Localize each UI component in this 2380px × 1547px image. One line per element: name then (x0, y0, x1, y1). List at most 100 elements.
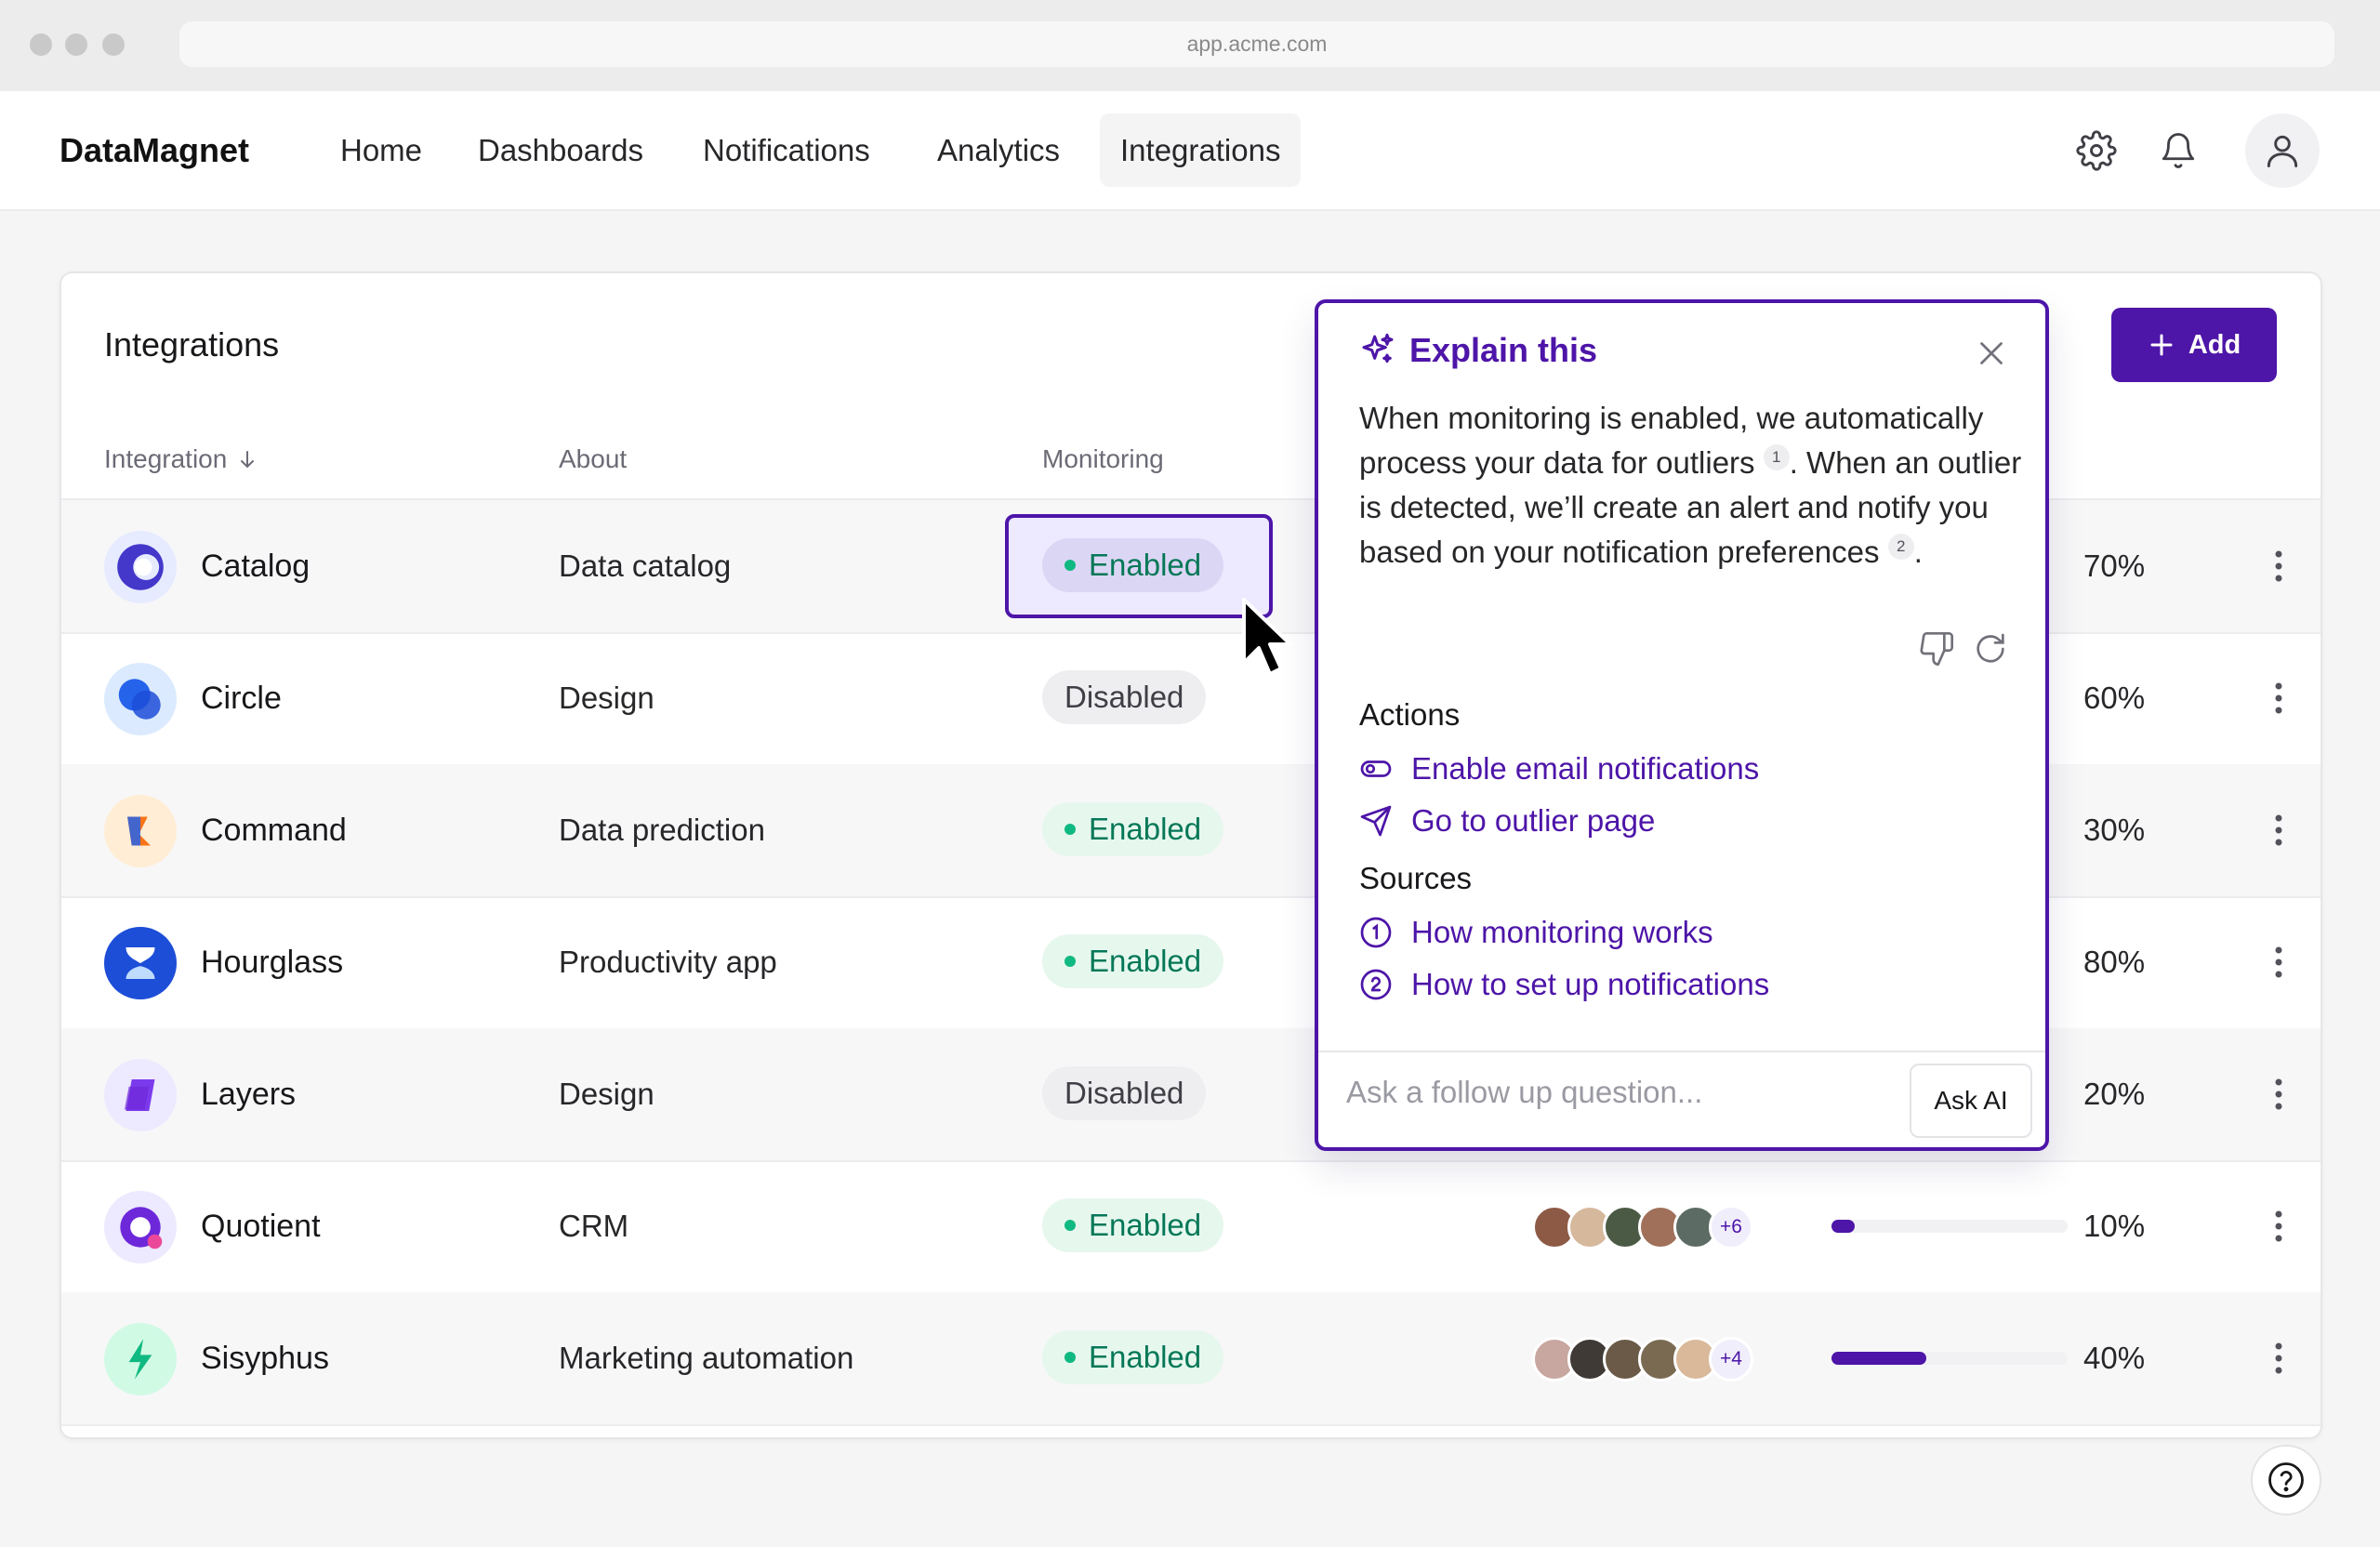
status-dot-icon (1064, 1352, 1076, 1363)
status-badge-label: Enabled (1089, 944, 1202, 978)
status-badge-label: Disabled (1064, 1076, 1184, 1110)
add-button-label: Add (2188, 329, 2241, 360)
status-badge[interactable]: Enabled (1042, 1198, 1224, 1252)
action-label: Enable email notifications (1411, 751, 1760, 786)
user-avatar-button[interactable] (2245, 113, 2320, 188)
close-icon[interactable] (1975, 337, 2008, 370)
nav-link-dashboards[interactable]: Dashboards (457, 113, 664, 187)
layers-logo-icon (104, 1059, 177, 1131)
status-badge-label: Enabled (1089, 812, 1202, 846)
brand-logo[interactable]: DataMagnet (60, 91, 249, 209)
more-options-icon[interactable] (2255, 543, 2302, 589)
sparkles-icon (1362, 333, 1394, 364)
status-badge-label: Enabled (1089, 1208, 1202, 1242)
progress-bar (1831, 1220, 2068, 1233)
more-options-icon[interactable] (2255, 1335, 2302, 1382)
add-button[interactable]: Add (2111, 308, 2277, 382)
more-options-icon[interactable] (2255, 807, 2302, 853)
window-minimize-dot[interactable] (65, 33, 87, 56)
toggle-icon (1360, 760, 1392, 777)
follow-up-input[interactable]: Ask a follow up question... (1346, 1075, 1702, 1110)
more-options-icon[interactable] (2255, 675, 2302, 721)
progress-value: 40% (2083, 1341, 2146, 1375)
explanation-part: . (1913, 535, 1923, 569)
source-how-to-set-up-notifications[interactable]: How to set up notifications (1359, 967, 1769, 1002)
status-badge-label: Disabled (1064, 680, 1184, 714)
source-label: How to set up notifications (1411, 967, 1770, 1001)
citation-badge[interactable]: 1 (1763, 444, 1790, 470)
member-avatar-group[interactable]: +6 (1532, 1205, 1753, 1250)
status-badge[interactable]: Disabled (1042, 670, 1207, 724)
progress-value: 80% (2083, 945, 2146, 979)
status-dot-icon (1064, 560, 1076, 571)
source-how-monitoring-works[interactable]: How monitoring works (1359, 915, 1713, 950)
popover-divider (1318, 1051, 2045, 1052)
status-badge[interactable]: Disabled (1042, 1066, 1207, 1120)
window-close-dot[interactable] (30, 33, 52, 56)
explanation-text: When monitoring is enabled, we automatic… (1359, 396, 2029, 575)
nav-link-home[interactable]: Home (320, 113, 443, 187)
thumbs-down-icon[interactable] (1918, 630, 1955, 668)
status-badge[interactable]: Enabled (1042, 1330, 1224, 1384)
command-logo-icon (104, 795, 177, 867)
top-navigation: DataMagnet Home Dashboards Notifications… (0, 91, 2380, 211)
progress-value: 20% (2083, 1077, 2146, 1111)
plus-icon (2150, 334, 2173, 356)
integration-name: Catalog (201, 548, 311, 584)
sources-heading: Sources (1359, 861, 1473, 895)
column-header-monitoring[interactable]: Monitoring (1042, 444, 1164, 474)
column-header-about[interactable]: About (559, 444, 627, 474)
hourglass-logo-icon (104, 927, 177, 999)
browser-chrome: app.acme.com (0, 0, 2380, 91)
integration-name: Circle (201, 680, 282, 716)
arrow-down-icon (241, 451, 255, 469)
status-badge[interactable]: Enabled (1042, 934, 1224, 988)
mouse-cursor-icon (1242, 598, 1292, 676)
action-go-to-outlier-page[interactable]: Go to outlier page (1359, 803, 1655, 839)
integration-about: CRM (559, 1209, 629, 1243)
more-options-icon[interactable] (2255, 1071, 2302, 1117)
integration-about: Marketing automation (559, 1341, 854, 1375)
nav-link-integrations[interactable]: Integrations (1100, 113, 1302, 187)
integration-name: Layers (201, 1076, 297, 1112)
nav-link-notifications[interactable]: Notifications (682, 113, 891, 187)
status-badge-label: Enabled (1089, 1340, 1202, 1374)
status-badge[interactable]: Enabled (1042, 802, 1224, 856)
actions-heading: Actions (1359, 697, 1461, 732)
sisyphus-logo-icon (104, 1323, 177, 1395)
integration-name: Quotient (201, 1208, 321, 1244)
action-enable-email-notifications[interactable]: Enable email notifications (1359, 751, 1759, 787)
more-members-count: +4 (1709, 1337, 1753, 1382)
address-bar[interactable]: app.acme.com (179, 21, 2334, 67)
integration-about: Data catalog (559, 549, 732, 583)
more-options-icon[interactable] (2255, 939, 2302, 985)
quotient-logo-icon (104, 1191, 177, 1263)
status-dot-icon (1064, 1220, 1076, 1231)
member-avatar-group[interactable]: +4 (1532, 1337, 1753, 1382)
table-row[interactable]: Sisyphus Marketing automation Enabled +4… (61, 1292, 2320, 1426)
progress-value: 10% (2083, 1209, 2146, 1243)
integration-name: Sisyphus (201, 1340, 329, 1376)
table-row[interactable]: Quotient CRM Enabled +6 10% (61, 1160, 2320, 1294)
column-header-integration[interactable]: Integration (104, 444, 258, 474)
bell-icon[interactable] (2154, 126, 2202, 175)
url-text: app.acme.com (1186, 32, 1328, 56)
popover-title: Explain this (1359, 331, 1597, 370)
help-button[interactable] (2251, 1445, 2321, 1515)
citation-badge[interactable]: 2 (1887, 534, 1914, 560)
more-members-count: +6 (1709, 1205, 1753, 1250)
progress-value: 60% (2083, 681, 2146, 715)
integration-name: Hourglass (201, 944, 344, 980)
progress-bar-fill (1831, 1352, 1926, 1365)
window-maximize-dot[interactable] (102, 33, 125, 56)
source-label: How monitoring works (1411, 915, 1713, 949)
send-icon (1360, 805, 1392, 837)
more-options-icon[interactable] (2255, 1203, 2302, 1250)
gear-icon[interactable] (2072, 126, 2121, 175)
status-badge[interactable]: Enabled (1042, 538, 1224, 592)
ask-ai-button[interactable]: Ask AI (1910, 1064, 2032, 1138)
refresh-icon[interactable] (1972, 630, 2009, 668)
nav-link-analytics[interactable]: Analytics (917, 113, 1080, 187)
column-header-integration-label: Integration (104, 444, 228, 473)
integration-about: Data prediction (559, 813, 765, 847)
